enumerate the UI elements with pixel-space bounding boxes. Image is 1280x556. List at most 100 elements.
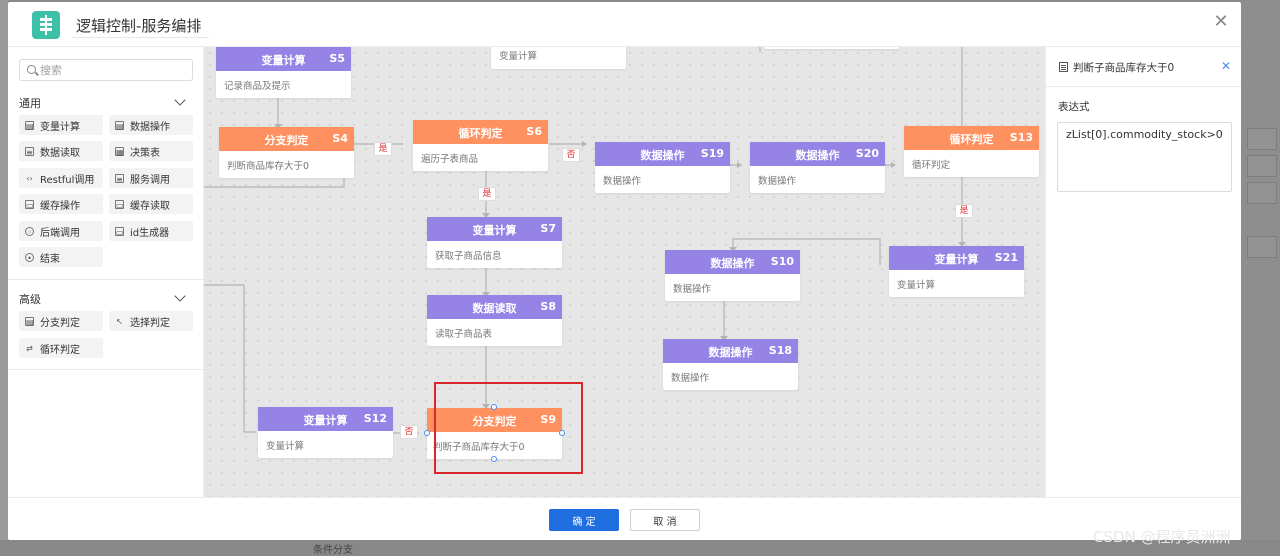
selection-highlight-box: [434, 382, 583, 474]
node-id: S6: [526, 125, 542, 138]
flow-canvas[interactable]: 变量计算 S5 记录商品及提示 变量计算 分支判定 S4 判断商品库存大于0 循环判…: [204, 47, 1045, 497]
chevron-down-icon[interactable]: [174, 94, 186, 106]
id-card-icon: ▭: [115, 226, 124, 237]
flow-node-s12[interactable]: 变量计算 S12 变量计算: [258, 407, 393, 458]
node-description: 变量计算: [266, 441, 305, 452]
palette-item-service-call[interactable]: ≡ 服务调用: [109, 168, 193, 188]
dialog-header: 逻辑控制-服务编排 ✕: [8, 2, 1241, 47]
node-description: 读取子商品表: [435, 329, 493, 340]
node-header: 变量计算 S12: [258, 407, 393, 431]
node-properties-panel: 判断子商品库存大于0 ✕ 表达式 zList[0].commodity_stoc…: [1045, 47, 1241, 497]
connection-handle[interactable]: [424, 430, 430, 436]
arrow-icon: [582, 141, 587, 147]
palette-item-label: id生成器: [130, 227, 170, 239]
connector-s12-left: [204, 284, 256, 433]
properties-title: 判断子商品库存大于0: [1073, 62, 1175, 74]
palette-item-data-operation[interactable]: ▤ 数据操作: [109, 115, 193, 135]
flow-node-s21[interactable]: 变量计算 S21 变量计算: [889, 246, 1024, 297]
branch-yes-tag[interactable]: 是: [374, 142, 392, 156]
chevron-down-icon[interactable]: [174, 290, 186, 302]
cancel-button[interactable]: 取 消: [630, 509, 700, 531]
node-description: 获取子商品信息: [435, 251, 502, 262]
branch-no-tag[interactable]: 否: [400, 425, 418, 439]
expression-input[interactable]: zList[0].commodity_stock>0: [1057, 122, 1232, 192]
group-title-advanced[interactable]: 高级: [19, 291, 41, 307]
node-description: 变量计算: [897, 280, 936, 291]
table-icon: ▦: [115, 146, 124, 157]
background-left-strip: [0, 0, 8, 556]
node-header: 数据操作 S20: [750, 142, 885, 166]
node-id: S4: [332, 132, 348, 145]
palette-item-end[interactable]: • 结束: [19, 247, 103, 267]
palette-item-backend-call[interactable]: ◦ 后端调用: [19, 221, 103, 241]
flow-node-s6[interactable]: 循环判定 S6 遍历子表商品: [413, 120, 548, 171]
node-id: S10: [770, 255, 794, 268]
server-icon: ≡: [115, 173, 124, 184]
palette-item-variable-calc[interactable]: ▤ 变量计算: [19, 115, 103, 135]
palette-search-input[interactable]: [40, 62, 188, 78]
branch-yes-tag[interactable]: 是: [955, 204, 973, 218]
flow-node-s20[interactable]: 数据操作 S20 数据操作: [750, 142, 885, 193]
confirm-button[interactable]: 确 定: [549, 509, 619, 531]
palette-item-loop-decision[interactable]: ⇄ 循环判定: [19, 338, 103, 358]
background-bottom-text: 条件分支: [313, 545, 353, 556]
node-header: 循环判定 S6: [413, 120, 548, 144]
close-dialog-button[interactable]: ✕: [1211, 12, 1231, 32]
node-id: S12: [363, 412, 387, 425]
expression-label: 表达式: [1058, 101, 1090, 113]
node-description: 数据操作: [758, 176, 797, 187]
flow-node-s19[interactable]: 数据操作 S19 数据操作: [595, 142, 730, 193]
palette-item-id-generator[interactable]: ▭ id生成器: [109, 221, 193, 241]
flow-node-s4[interactable]: 分支判定 S4 判断商品库存大于0: [219, 127, 354, 178]
folder-icon: ▭: [25, 199, 34, 210]
branch-yes-tag[interactable]: 是: [478, 187, 496, 201]
title-underline: [72, 37, 209, 38]
node-header: 数据操作 S19: [595, 142, 730, 166]
document-icon: [1059, 62, 1068, 72]
database-icon: ≡: [25, 146, 34, 157]
palette-item-label: 缓存读取: [130, 200, 170, 212]
node-description: 数据操作: [673, 284, 712, 295]
palette-item-cache-read[interactable]: ▭ 缓存读取: [109, 194, 193, 214]
flow-node-s7[interactable]: 变量计算 S7 获取子商品信息: [427, 217, 562, 268]
palette-item-data-read[interactable]: ≡ 数据读取: [19, 141, 103, 161]
background-field: [1247, 128, 1277, 150]
folder-icon: ▭: [115, 199, 124, 210]
node-header: 变量计算 S7: [427, 217, 562, 241]
flow-node-s18[interactable]: 数据操作 S18 数据操作: [663, 339, 798, 390]
palette-item-label: 数据读取: [40, 147, 80, 159]
palette-item-restful-call[interactable]: ‹› Restful调用: [19, 168, 103, 188]
flow-node-s13[interactable]: 循环判定 S13 循环判定: [904, 126, 1039, 177]
node-description: 记录商品及提示: [224, 81, 291, 92]
background-field: [1247, 155, 1277, 177]
node-header: 分支判定 S4: [219, 127, 354, 151]
group-title-common[interactable]: 通用: [19, 95, 41, 111]
palette-item-decision-table[interactable]: ▦ 决策表: [109, 141, 193, 161]
node-id: S7: [540, 222, 556, 235]
palette-search[interactable]: [19, 59, 193, 81]
palette-item-branch-decision[interactable]: ▤ 分支判定: [19, 311, 103, 331]
close-properties-button[interactable]: ✕: [1221, 59, 1231, 73]
flow-node-s8[interactable]: 数据读取 S8 读取子商品表: [427, 295, 562, 346]
palette-item-cache-operation[interactable]: ▭ 缓存操作: [19, 194, 103, 214]
flow-node-s10[interactable]: 数据操作 S10 数据操作: [665, 250, 800, 301]
palette-item-choice-decision[interactable]: ↖ 选择判定: [109, 311, 193, 331]
node-id: S5: [329, 52, 345, 65]
node-description: 判断商品库存大于0: [227, 161, 310, 172]
node-id: S8: [540, 300, 556, 313]
flow-node-s5[interactable]: 变量计算 S5 记录商品及提示: [216, 47, 351, 98]
node-description: 循环判定: [912, 160, 951, 171]
palette-item-label: 选择判定: [130, 317, 170, 329]
node-description: 数据操作: [671, 373, 710, 384]
flow-node-partial-top[interactable]: 变量计算: [491, 47, 626, 69]
properties-header: 判断子商品库存大于0 ✕: [1046, 47, 1241, 87]
branch-no-tag[interactable]: 否: [562, 148, 580, 162]
background-field: [1247, 182, 1277, 204]
target-icon: ◦: [25, 226, 34, 237]
node-header: 数据读取 S8: [427, 295, 562, 319]
palette-item-label: 变量计算: [40, 121, 80, 133]
node-description: 变量计算: [499, 51, 538, 62]
flow-node-partial-top-right[interactable]: [764, 47, 899, 49]
node-header: 变量计算 S5: [216, 47, 351, 71]
node-id: S13: [1009, 131, 1033, 144]
